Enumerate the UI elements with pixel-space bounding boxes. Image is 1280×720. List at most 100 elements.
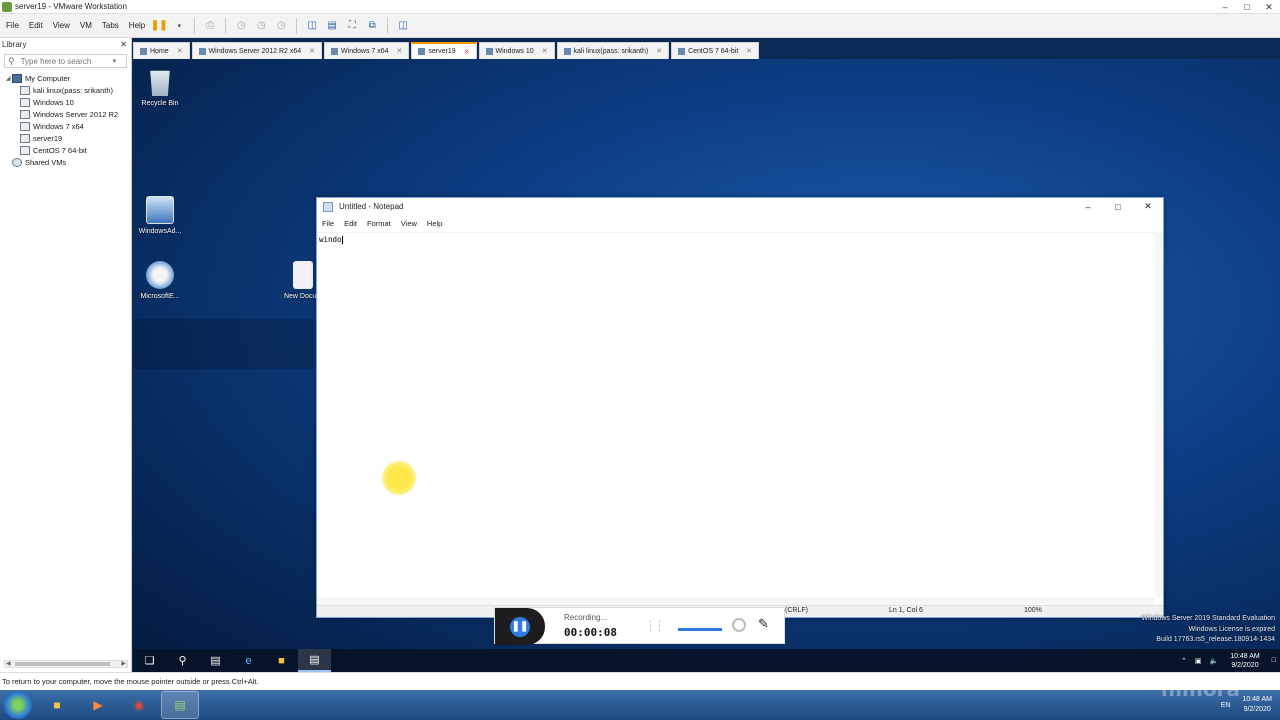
- snapshot-manager-icon[interactable]: ◷: [272, 17, 290, 35]
- tree-item-my-computer[interactable]: ◢ My Computer: [0, 72, 131, 84]
- notepad-minimize-button[interactable]: –: [1073, 198, 1103, 215]
- tree-item-vm[interactable]: CentOS 7 64-bit: [0, 144, 131, 156]
- notepad-close-button[interactable]: ✕: [1133, 198, 1163, 215]
- snapshot-icon[interactable]: ◷: [232, 17, 250, 35]
- vmware-menu-bar: File Edit View VM Tabs Help ❚❚ ▾ ⎙ ◷ ◷ ◷…: [0, 14, 1280, 38]
- show-library-icon[interactable]: ◫: [303, 17, 321, 35]
- notifications-icon[interactable]: □: [1272, 657, 1276, 664]
- menu-help[interactable]: Help: [129, 21, 145, 30]
- host-vmware-icon[interactable]: ▤: [161, 691, 199, 719]
- vm-icon: [20, 97, 30, 107]
- vmware-status-bar: To return to your computer, move the mou…: [0, 672, 1280, 690]
- menu-vm[interactable]: VM: [80, 21, 92, 30]
- collapse-icon[interactable]: ◢: [4, 75, 12, 82]
- notepad-menu-file[interactable]: File: [322, 219, 334, 228]
- tab-close-icon[interactable]: ✕: [177, 47, 183, 55]
- tab-home[interactable]: Home ✕: [133, 42, 190, 59]
- notepad-content: windo: [317, 233, 1155, 246]
- tree-item-vm[interactable]: server19: [0, 132, 131, 144]
- library-close-icon[interactable]: ✕: [120, 40, 127, 49]
- send-ctrl-alt-del-icon[interactable]: ⎙: [201, 17, 219, 35]
- notepad-menu-help[interactable]: Help: [427, 219, 442, 228]
- host-start-orb-icon[interactable]: [4, 691, 32, 719]
- notepad-maximize-button[interactable]: □: [1103, 198, 1133, 215]
- menu-edit[interactable]: Edit: [29, 21, 43, 30]
- scroll-right-icon[interactable]: ▶: [121, 660, 126, 667]
- tab-close-icon[interactable]: ✕: [464, 48, 470, 56]
- tray-chevron-icon[interactable]: ⌃: [1181, 657, 1187, 665]
- tab-close-icon[interactable]: ✕: [656, 47, 662, 55]
- desktop-icon-microsoft-edge[interactable]: MicrosoftE...: [133, 261, 187, 300]
- close-button[interactable]: ✕: [1258, 0, 1280, 14]
- unity-icon[interactable]: ⧉: [363, 17, 381, 35]
- notepad-taskbar-icon[interactable]: ▤: [298, 649, 331, 672]
- file-explorer-icon[interactable]: ■: [265, 649, 298, 672]
- tab-windows-10[interactable]: Windows 10 ✕: [478, 42, 555, 59]
- revert-snapshot-icon[interactable]: ◷: [252, 17, 270, 35]
- tab-close-icon[interactable]: ✕: [309, 47, 315, 55]
- notepad-menu-view[interactable]: View: [401, 219, 417, 228]
- network-icon[interactable]: ▣: [1195, 657, 1202, 665]
- tab-centos-7[interactable]: CentOS 7 64-bit ✕: [671, 42, 760, 59]
- thumbnail-bar-icon[interactable]: ▤: [323, 17, 341, 35]
- tab-close-icon[interactable]: ✕: [397, 47, 403, 55]
- menu-file[interactable]: File: [6, 21, 19, 30]
- tree-item-vm[interactable]: Windows 7 x64: [0, 120, 131, 132]
- tab-windows-7[interactable]: Windows 7 x64 ✕: [324, 42, 410, 59]
- pause-dropdown-icon[interactable]: ▾: [170, 17, 188, 35]
- library-title: Library: [2, 40, 27, 49]
- host-language[interactable]: EN: [1221, 702, 1231, 709]
- host-explorer-icon[interactable]: ■: [38, 691, 76, 719]
- notepad-horizontal-scrollbar[interactable]: [317, 597, 1155, 605]
- tree-item-vm[interactable]: Windows 10: [0, 96, 131, 108]
- vm-icon: [20, 133, 30, 143]
- drag-handle-icon[interactable]: [650, 620, 660, 632]
- console-view-icon[interactable]: ◫: [394, 17, 412, 35]
- windows-admin-center-icon: [146, 196, 174, 224]
- task-view-icon[interactable]: ▤: [199, 649, 232, 672]
- tree-item-vm[interactable]: Windows Server 2012 R2: [0, 108, 131, 120]
- notepad-window-controls: – □ ✕: [1073, 198, 1163, 215]
- notepad-window: Untitled - Notepad – □ ✕ File Edit Forma…: [316, 197, 1164, 618]
- tree-item-label: Windows Server 2012 R2: [33, 109, 119, 119]
- library-horizontal-scrollbar[interactable]: ◀ ▶: [4, 660, 128, 668]
- volume-icon[interactable]: 🔈: [1209, 657, 1218, 665]
- tab-windows-server-2012[interactable]: Windows Server 2012 R2 x64 ✕: [191, 42, 323, 59]
- desktop-icon-label: Recycle Bin: [141, 100, 179, 107]
- full-screen-icon[interactable]: ⛶: [343, 17, 361, 35]
- desktop-icon-recycle-bin[interactable]: Recycle Bin: [133, 68, 187, 107]
- minimize-button[interactable]: –: [1214, 0, 1236, 14]
- host-media-player-icon[interactable]: ▶: [79, 691, 117, 719]
- webcam-icon[interactable]: [732, 618, 746, 632]
- pen-icon[interactable]: ✎: [758, 616, 769, 632]
- tab-server19[interactable]: server19 ✕: [411, 42, 477, 59]
- maximize-button[interactable]: □: [1236, 0, 1258, 14]
- search-dropdown-icon[interactable]: ▾: [113, 57, 117, 65]
- tab-close-icon[interactable]: ✕: [746, 47, 752, 55]
- tree-item-shared-vms[interactable]: Shared VMs: [0, 156, 131, 168]
- desktop-icon-windows-admin[interactable]: WindowsAd...: [133, 196, 187, 235]
- notepad-menu-edit[interactable]: Edit: [344, 219, 357, 228]
- windows-start-icon[interactable]: ❏: [133, 649, 166, 672]
- tree-item-vm[interactable]: kali linux(pass: srikanth): [0, 84, 131, 96]
- search-icon[interactable]: ⚲: [166, 649, 199, 672]
- scrollbar-thumb[interactable]: [15, 662, 110, 666]
- library-search-input[interactable]: [20, 56, 113, 66]
- notepad-text-area[interactable]: windo: [317, 232, 1155, 597]
- host-chrome-icon[interactable]: ◉: [120, 691, 158, 719]
- pause-vm-icon[interactable]: ❚❚: [150, 17, 168, 35]
- guest-clock[interactable]: 10:48 AM 9/2/2020: [1230, 652, 1260, 670]
- guest-system-tray: ⌃ ▣ 🔈 10:48 AM 9/2/2020 □: [1177, 649, 1280, 672]
- status-zoom: 100%: [1024, 607, 1042, 614]
- notepad-vertical-scrollbar[interactable]: [1155, 232, 1163, 597]
- recording-pause-button[interactable]: ❚❚: [495, 608, 545, 645]
- host-clock[interactable]: 10:48 AM 9/2/2020: [1242, 695, 1272, 715]
- menu-tabs[interactable]: Tabs: [102, 21, 119, 30]
- internet-explorer-icon[interactable]: e: [232, 649, 265, 672]
- notepad-title-bar[interactable]: Untitled - Notepad – □ ✕: [317, 198, 1163, 215]
- menu-view[interactable]: View: [53, 21, 70, 30]
- tab-kali-linux[interactable]: kali linux(pass: srikanth) ✕: [556, 42, 670, 59]
- scroll-left-icon[interactable]: ◀: [6, 660, 11, 667]
- tab-close-icon[interactable]: ✕: [542, 47, 548, 55]
- notepad-menu-format[interactable]: Format: [367, 219, 391, 228]
